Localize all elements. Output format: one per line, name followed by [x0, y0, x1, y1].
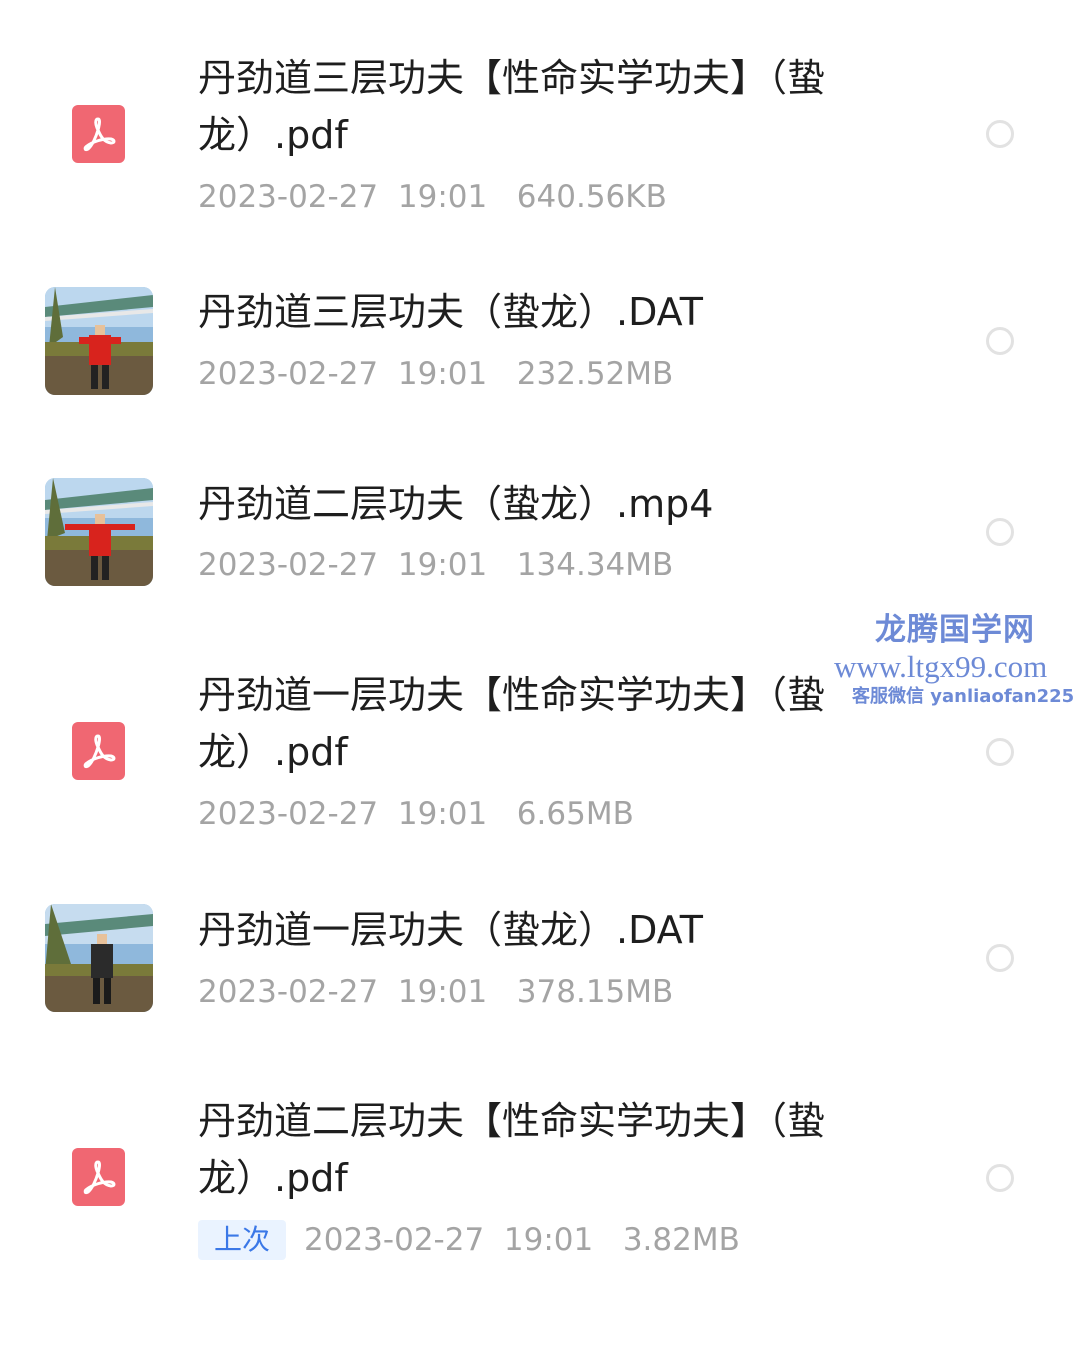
file-size: 640.56KB	[516, 179, 667, 215]
select-radio[interactable]	[986, 944, 1014, 972]
list-item[interactable]: 丹劲道三层功夫【性命实学功夫】（蛰龙）.pdf 2023-02-27 19:01…	[0, 0, 1080, 250]
file-meta: 2023-02-27 19:01 134.34MB	[198, 545, 673, 585]
file-meta: 2023-02-27 19:01 640.56KB	[198, 177, 667, 217]
file-date: 2023-02-27	[198, 796, 379, 832]
list-item[interactable]: 丹劲道三层功夫（蛰龙）.DAT 2023-02-27 19:01 232.52M…	[0, 250, 1080, 440]
file-date: 2023-02-27	[198, 356, 379, 392]
file-name: 丹劲道三层功夫【性命实学功夫】（蛰龙）.pdf	[198, 56, 826, 157]
file-size: 378.15MB	[516, 974, 674, 1010]
file-name: 丹劲道一层功夫（蛰龙）.DAT	[198, 908, 703, 952]
select-radio[interactable]	[986, 327, 1014, 355]
file-meta: 上次 2023-02-27 19:01 3.82MB	[198, 1220, 740, 1260]
file-size: 6.65MB	[516, 796, 634, 832]
file-time: 19:01	[397, 796, 488, 832]
file-time: 19:01	[397, 974, 488, 1010]
select-radio[interactable]	[986, 518, 1014, 546]
file-meta: 2023-02-27 19:01 378.15MB	[198, 972, 673, 1012]
list-item[interactable]: 丹劲道一层功夫【性命实学功夫】（蛰龙）.pdf 2023-02-27 19:01…	[0, 630, 1080, 870]
list-item[interactable]: 丹劲道二层功夫【性命实学功夫】（蛰龙）.pdf 上次 2023-02-27 19:…	[0, 1070, 1080, 1330]
pdf-file-icon	[72, 722, 125, 780]
video-thumbnail	[45, 478, 153, 586]
file-date: 2023-02-27	[198, 974, 379, 1010]
file-name: 丹劲道二层功夫（蛰龙）.mp4	[198, 482, 714, 526]
file-time: 19:01	[503, 1222, 594, 1258]
file-name: 丹劲道一层功夫【性命实学功夫】（蛰龙）.pdf	[198, 673, 826, 774]
file-size: 232.52MB	[516, 356, 674, 392]
file-date: 2023-02-27	[304, 1222, 485, 1258]
file-meta: 2023-02-27 19:01 6.65MB	[198, 794, 634, 834]
last-opened-badge: 上次	[198, 1220, 287, 1260]
file-size: 3.82MB	[622, 1222, 740, 1258]
video-thumbnail	[45, 904, 153, 1012]
select-radio[interactable]	[986, 738, 1014, 766]
file-time: 19:01	[397, 356, 488, 392]
list-item[interactable]: 丹劲道二层功夫（蛰龙）.mp4 2023-02-27 19:01 134.34M…	[0, 440, 1080, 630]
video-thumbnail	[45, 287, 153, 395]
file-time: 19:01	[397, 179, 488, 215]
file-time: 19:01	[397, 547, 488, 583]
file-date: 2023-02-27	[198, 547, 379, 583]
file-size: 134.34MB	[516, 547, 674, 583]
file-date: 2023-02-27	[198, 179, 379, 215]
list-item[interactable]: 丹劲道一层功夫（蛰龙）.DAT 2023-02-27 19:01 378.15M…	[0, 870, 1080, 1070]
file-name: 丹劲道三层功夫（蛰龙）.DAT	[198, 290, 703, 334]
file-list: 丹劲道三层功夫【性命实学功夫】（蛰龙）.pdf 2023-02-27 19:01…	[0, 0, 1080, 1352]
select-radio[interactable]	[986, 1164, 1014, 1192]
pdf-file-icon	[72, 1148, 125, 1206]
pdf-file-icon	[72, 105, 125, 163]
file-meta: 2023-02-27 19:01 232.52MB	[198, 354, 673, 394]
select-radio[interactable]	[986, 120, 1014, 148]
file-name: 丹劲道二层功夫【性命实学功夫】（蛰龙）.pdf	[198, 1099, 826, 1200]
